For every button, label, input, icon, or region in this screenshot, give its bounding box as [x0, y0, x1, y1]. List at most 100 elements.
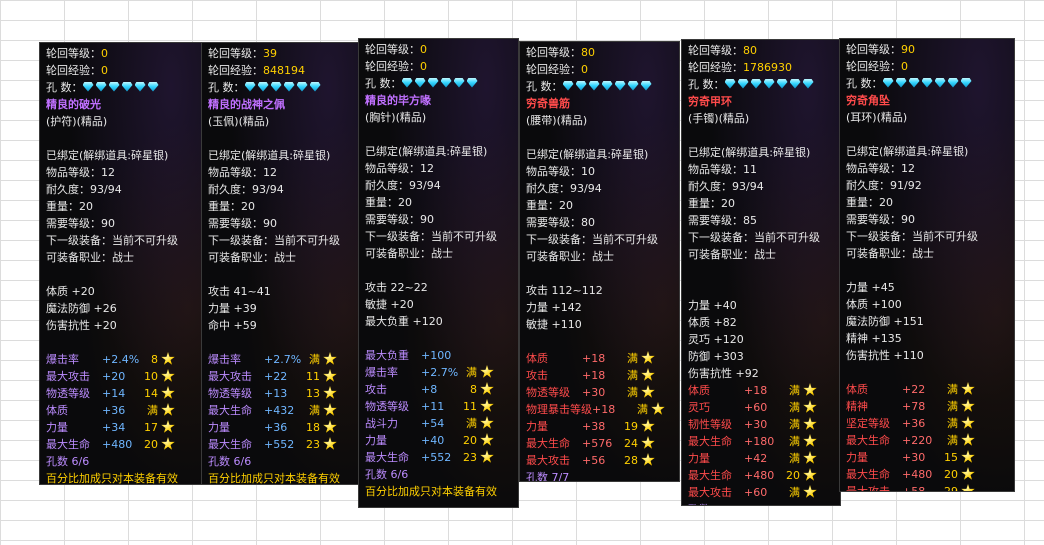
lunhui-exp-value: 0 [581, 63, 588, 76]
bonus-count: 20 [944, 468, 958, 481]
bonus-value: +30 [582, 386, 606, 399]
job-row: 可装备职业：战士 [208, 249, 354, 266]
base-stat: 力量 +40 [688, 299, 737, 312]
lunhui-exp-value: 0 [101, 64, 108, 77]
job-text: 可装备职业：战士 [46, 251, 134, 264]
bonus-value: +58 [902, 485, 926, 492]
base-stat: 命中 +59 [208, 319, 257, 332]
diamond-gem-icon [947, 77, 959, 88]
req-level-row: 需要等级：90 [46, 215, 198, 232]
star-icon [803, 485, 817, 498]
bonus-value: +18 [582, 369, 606, 382]
item-level-row: 物品等级：12 [208, 164, 354, 181]
diamond-gem-icon [440, 77, 452, 88]
bonus-row: 攻击 +8 8 [365, 381, 512, 398]
base-stat-row: 魔法防御 +151 [846, 313, 1008, 330]
bonus-name: 力量 [208, 421, 230, 434]
lunhui-level-row: 轮回等级：0 [365, 41, 512, 58]
lunhui-exp-label: 轮回经验： [365, 60, 420, 73]
weight-row: 重量：20 [688, 195, 834, 212]
star-icon [161, 352, 175, 365]
bonus-row: 最大生命 +480 20 [688, 467, 834, 484]
job-text: 可装备职业：战士 [208, 251, 296, 264]
weight-label: 重量： [688, 197, 721, 210]
lunhui-exp-row: 轮回经验：0 [46, 62, 198, 79]
durability-row: 耐久度：93/94 [688, 178, 834, 195]
item-level-value: 12 [101, 166, 115, 179]
bonus-row: 力量 +30 15 [846, 449, 1008, 466]
gem-holes [724, 77, 816, 94]
job-row: 可装备职业：战士 [688, 246, 834, 263]
footer-note: 百分比加成只对本装备有效 [365, 485, 497, 498]
base-stat-row: 敏捷 +20 [365, 296, 512, 313]
diamond-gem-icon [908, 77, 920, 88]
diamond-gem-icon [640, 80, 652, 91]
item-name: 精良的破光 [46, 98, 101, 111]
diamond-gem-icon [960, 77, 972, 88]
item-level-row: 物品等级：12 [365, 160, 512, 177]
bonus-name: 体质 [688, 384, 710, 397]
star-icon [641, 351, 655, 364]
bonus-row: 体质 +22 满 [846, 381, 1008, 398]
item-type: (腰带)(精品) [526, 114, 588, 127]
next-equip-row: 下一级装备：当前不可升级 [46, 232, 198, 249]
req-level-label: 需要等级： [526, 216, 581, 229]
hole-count-row: 孔数 6/6 [365, 466, 512, 483]
item-type-row: (腰带)(精品) [526, 112, 673, 129]
star-icon [323, 369, 337, 382]
bonus-row: 体质 +36 满 [46, 402, 198, 419]
item-level-label: 物品等级： [526, 165, 581, 178]
req-level-value: 90 [101, 217, 115, 230]
lunhui-exp-row: 轮回经验：848194 [208, 62, 354, 79]
bonus-value: +552 [421, 451, 452, 464]
base-stat: 攻击 112~112 [526, 284, 603, 297]
bonus-name: 最大攻击 [208, 370, 252, 383]
bonus-value: +11 [421, 400, 445, 413]
durability-row: 耐久度：93/94 [46, 181, 198, 198]
hole-count: 孔数 6/6 [208, 455, 252, 468]
footer-row: 百分比加成只对本装备有效 [365, 483, 512, 500]
item-name-row: 精良的战神之佩 [208, 96, 354, 113]
hole-label: 孔 数： [688, 78, 725, 91]
item-type-row: (耳环)(精品) [846, 109, 1008, 126]
diamond-gem-icon [789, 78, 801, 89]
lunhui-level-row: 轮回等级：80 [526, 44, 673, 61]
bonus-value: +2.4% [102, 353, 140, 366]
durability-value: 93/94 [570, 182, 602, 195]
diamond-gem-icon [575, 80, 587, 91]
bonus-row: 最大生命 +480 20 [846, 466, 1008, 483]
diamond-gem-icon [147, 81, 159, 92]
lunhui-exp-label: 轮回经验： [526, 63, 581, 76]
item-name: 穷奇甲环 [688, 95, 732, 108]
diamond-gem-icon [427, 77, 439, 88]
req-level-value: 85 [743, 214, 757, 227]
weight-row: 重量：20 [846, 194, 1008, 211]
bound-text: 已绑定(解绑道具:碎星银) [846, 145, 969, 158]
next-equip-text: 下一级装备：当前不可升级 [688, 231, 820, 244]
bonus-value: +36 [264, 421, 288, 434]
bonus-max: 满 [627, 352, 638, 365]
bonus-name: 物透等级 [526, 386, 570, 399]
base-stat: 体质 +100 [846, 298, 902, 311]
bonus-name: 攻击 [365, 383, 387, 396]
base-stat-row: 伤害抗性 +20 [46, 317, 198, 334]
lunhui-exp-row: 轮回经验：1786930 [688, 59, 834, 76]
job-text: 可装备职业：战士 [688, 248, 776, 261]
lunhui-level-value: 0 [420, 43, 427, 56]
lunhui-exp-label: 轮回经验： [846, 60, 901, 73]
star-icon [641, 436, 655, 449]
bonus-name: 最大攻击 [688, 486, 732, 499]
bonus-max: 满 [789, 435, 800, 448]
lunhui-level-value: 80 [581, 46, 595, 59]
base-stat: 体质 +20 [46, 285, 95, 298]
bonus-max: 满 [789, 486, 800, 499]
diamond-gem-icon [921, 77, 933, 88]
durability-row: 耐久度：91/92 [846, 177, 1008, 194]
bonus-value: +22 [264, 370, 288, 383]
bonus-name: 力量 [365, 434, 387, 447]
next-equip-row: 下一级装备：当前不可升级 [208, 232, 354, 249]
weight-row: 重量：20 [46, 198, 198, 215]
